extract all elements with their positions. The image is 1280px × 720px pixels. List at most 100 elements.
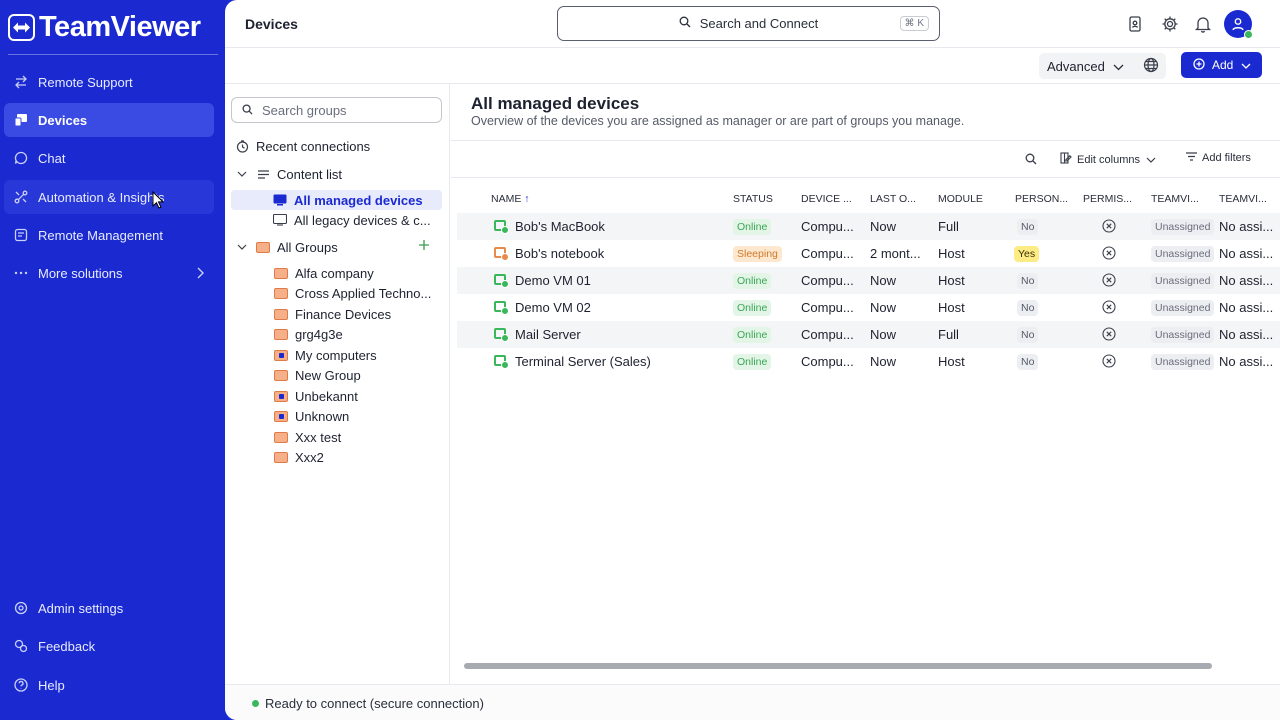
folder-icon [274, 327, 288, 341]
computer-online-icon [494, 355, 509, 369]
sidebar-item-more-solutions[interactable]: More solutions [4, 256, 214, 290]
search-and-connect-input[interactable]: Search and Connect ⌘ K [557, 6, 940, 41]
add-group-plus-icon[interactable] [418, 239, 430, 254]
sidebar-item-help[interactable]: Help [4, 668, 214, 702]
last-online: Now [870, 300, 897, 315]
clock-icon [235, 139, 249, 153]
table-row[interactable]: Demo VM 02 Online Compu... Now Host No U… [457, 294, 1280, 321]
recent-connections[interactable]: Recent connections [235, 136, 370, 156]
sidebar-item-automation[interactable]: Automation & Insights [4, 180, 214, 214]
content-list[interactable]: Content list [235, 164, 342, 184]
unassigned-badge: Unassigned [1151, 246, 1215, 262]
table-row[interactable]: Bob's MacBook Online Compu... Now Full N… [457, 213, 1280, 240]
group-item[interactable]: New Group [274, 365, 361, 385]
column-header-status[interactable]: STATUS [733, 193, 773, 205]
tree-item-all-legacy-devices[interactable]: All legacy devices & c... [273, 210, 431, 230]
add-label: Add [1212, 58, 1234, 72]
chevron-down-icon [235, 240, 249, 254]
teamviewer-logo[interactable]: TeamViewer [8, 11, 201, 43]
column-header-permissions[interactable]: PERMIS... [1083, 193, 1132, 205]
tree-item-all-managed-devices[interactable]: All managed devices [231, 190, 442, 210]
contacts-icon[interactable] [1127, 15, 1145, 33]
group-item[interactable]: Xxx test [274, 427, 341, 447]
horizontal-scrollbar[interactable] [464, 663, 1212, 669]
search-groups-placeholder: Search groups [262, 102, 347, 118]
search-icon [679, 16, 691, 31]
chevron-down-icon [1241, 58, 1251, 72]
remote-management-icon [14, 228, 28, 242]
add-filters-button[interactable]: Add filters [1186, 152, 1251, 164]
no-permission-icon [1102, 354, 1116, 371]
sub-toolbar: Advanced Add [225, 48, 1280, 84]
column-header-personal[interactable]: PERSON... [1015, 193, 1068, 205]
search-groups-input[interactable]: Search groups [231, 97, 442, 123]
connection-status-dot [252, 700, 259, 707]
column-header-teamviewer-2[interactable]: TEAMVI... [1219, 193, 1267, 205]
chevron-down-icon [1146, 154, 1156, 166]
table-row[interactable]: Demo VM 01 Online Compu... Now Host No U… [457, 267, 1280, 294]
sidebar-item-feedback[interactable]: Feedback [4, 629, 214, 663]
group-item[interactable]: Xxx2 [274, 447, 324, 467]
chevron-right-icon [196, 267, 204, 282]
no-permission-icon [1102, 300, 1116, 317]
table-row[interactable]: Terminal Server (Sales) Online Compu... … [457, 348, 1280, 375]
sidebar-item-chat[interactable]: Chat [4, 141, 214, 175]
content-list-label: Content list [277, 166, 343, 182]
all-groups[interactable]: All Groups [235, 237, 435, 257]
settings-gear-icon[interactable] [1161, 15, 1179, 33]
device-name: Mail Server [515, 327, 581, 342]
top-bar: Devices Search and Connect ⌘ K [225, 0, 1280, 48]
group-label: Xxx test [295, 429, 342, 445]
table-row[interactable]: Bob's notebook Sleeping Compu... 2 mont.… [457, 240, 1280, 267]
sidebar-item-admin-settings[interactable]: Admin settings [4, 591, 214, 625]
group-label: Xxx2 [295, 449, 324, 465]
edit-columns-button[interactable]: Edit columns [1060, 152, 1156, 167]
notifications-bell-icon[interactable] [1194, 15, 1213, 33]
sidebar-item-label: Help [38, 677, 65, 693]
column-header-device-type[interactable]: DEVICE ... [801, 193, 852, 205]
group-item[interactable]: Alfa company [274, 263, 374, 283]
group-item[interactable]: Unknown [274, 406, 349, 426]
device-type: Compu... [801, 246, 854, 261]
online-status-dot [1244, 30, 1253, 39]
personal-badge: No [1017, 219, 1039, 235]
sidebar-item-devices[interactable]: Devices [4, 103, 214, 137]
search-icon [242, 103, 253, 118]
device-type: Compu... [801, 354, 854, 369]
computer-online-icon [494, 301, 509, 315]
column-header-teamviewer-1[interactable]: TEAMVI... [1151, 193, 1199, 205]
column-header-name[interactable]: NAME ↑ [491, 193, 530, 205]
sidebar-item-label: Remote Support [38, 74, 133, 90]
last-online: Now [870, 327, 897, 342]
sidebar-item-remote-support[interactable]: Remote Support [4, 65, 214, 99]
globe-icon[interactable] [1143, 57, 1159, 76]
group-item[interactable]: My computers [274, 345, 377, 365]
module: Host [938, 354, 965, 369]
folder-icon [274, 307, 288, 321]
assignment: No assi... [1219, 327, 1274, 342]
unassigned-badge: Unassigned [1151, 300, 1215, 316]
folder-icon [274, 368, 288, 382]
module: Host [938, 300, 965, 315]
device-name: Terminal Server (Sales) [515, 354, 651, 369]
table-row[interactable]: Mail Server Online Compu... Now Full No … [457, 321, 1280, 348]
add-button[interactable]: Add [1181, 52, 1262, 78]
advanced-label: Advanced [1047, 58, 1105, 74]
column-header-module[interactable]: MODULE [938, 193, 983, 205]
group-item[interactable]: Cross Applied Techno... [274, 283, 431, 303]
column-header-last-online[interactable]: LAST O... [870, 193, 916, 205]
chevron-down-icon [1113, 59, 1124, 74]
search-icon[interactable] [1025, 153, 1037, 168]
content-title: All managed devices [471, 94, 640, 113]
module: Host [938, 273, 965, 288]
connection-status-text: Ready to connect (secure connection) [265, 696, 484, 711]
sidebar-item-remote-management[interactable]: Remote Management [4, 218, 214, 252]
no-permission-icon [1102, 246, 1116, 263]
group-item[interactable]: grg4g3e [274, 324, 343, 344]
folder-icon [274, 286, 288, 300]
all-groups-label: All Groups [277, 239, 338, 255]
group-item[interactable]: Unbekannt [274, 386, 358, 406]
devices-icon [14, 113, 28, 127]
group-item[interactable]: Finance Devices [274, 304, 391, 324]
user-avatar[interactable] [1224, 10, 1253, 39]
